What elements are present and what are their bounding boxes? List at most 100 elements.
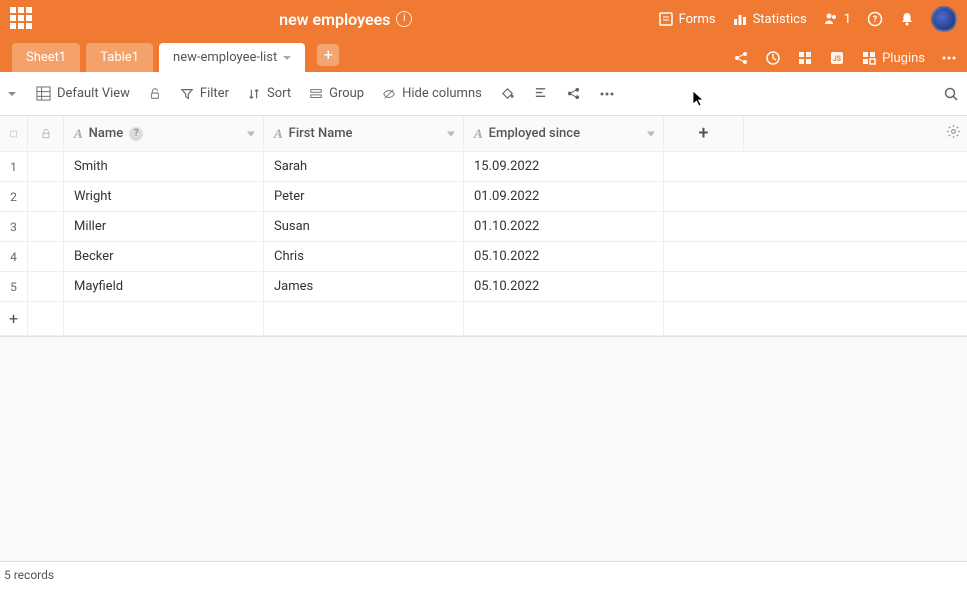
tab-new-employee-list[interactable]: new-employee-list bbox=[159, 43, 305, 72]
add-column-button[interactable]: + bbox=[664, 116, 744, 151]
data-grid: A Name ? A First Name A Employed since +… bbox=[0, 116, 967, 337]
tab-table1[interactable]: Table1 bbox=[86, 43, 153, 72]
row-number[interactable]: 4 bbox=[0, 242, 28, 271]
filter-button[interactable]: Filter bbox=[180, 86, 229, 101]
statistics-button[interactable]: Statistics bbox=[732, 11, 807, 27]
add-tab-button[interactable]: + bbox=[317, 44, 339, 66]
table-row[interactable]: 1 SmithSarah15.09.2022 bbox=[0, 152, 967, 182]
cell-employed-since[interactable]: 15.09.2022 bbox=[464, 152, 664, 181]
svg-text:JS: JS bbox=[833, 55, 842, 63]
row-number[interactable]: 2 bbox=[0, 182, 28, 211]
users-icon bbox=[823, 11, 839, 27]
plugins-button[interactable]: Plugins bbox=[861, 50, 925, 66]
cell-employed-since[interactable]: 05.10.2022 bbox=[464, 272, 664, 301]
filter-icon bbox=[180, 87, 194, 101]
toolbar-more-icon[interactable] bbox=[599, 86, 615, 102]
more-icon[interactable] bbox=[941, 50, 957, 66]
tabs-right-tools: JS Plugins bbox=[733, 50, 967, 72]
info-icon[interactable]: i bbox=[396, 11, 412, 27]
avatar[interactable] bbox=[931, 6, 957, 32]
default-view-button[interactable]: Default View bbox=[36, 86, 130, 101]
sort-icon bbox=[247, 87, 261, 101]
top-header: new employees i Forms Statistics 1 ? bbox=[0, 0, 967, 38]
grid-settings-icon[interactable] bbox=[946, 124, 961, 139]
table-row[interactable]: 4 BeckerChris05.10.2022 bbox=[0, 242, 967, 272]
hide-columns-button[interactable]: Hide columns bbox=[382, 86, 482, 101]
grid-header-row: A Name ? A First Name A Employed since + bbox=[0, 116, 967, 152]
cell-employed-since[interactable]: 01.09.2022 bbox=[464, 182, 664, 211]
fill-color-icon[interactable] bbox=[500, 86, 515, 101]
table-row[interactable]: 5 MayfieldJames05.10.2022 bbox=[0, 272, 967, 302]
view-chevron-icon[interactable] bbox=[8, 92, 16, 96]
cell-first-name[interactable]: Sarah bbox=[264, 152, 464, 181]
group-icon bbox=[309, 87, 323, 101]
column-header-name[interactable]: A Name ? bbox=[64, 116, 264, 151]
row-number[interactable]: 3 bbox=[0, 212, 28, 241]
cell-name[interactable]: Smith bbox=[64, 152, 264, 181]
add-row[interactable]: + bbox=[0, 302, 967, 336]
share-icon[interactable] bbox=[733, 50, 749, 66]
search-icon[interactable] bbox=[943, 86, 959, 102]
forms-icon bbox=[658, 11, 674, 27]
svg-text:?: ? bbox=[873, 15, 878, 25]
history-icon[interactable] bbox=[765, 50, 781, 66]
column-header-first-name[interactable]: A First Name bbox=[264, 116, 464, 151]
share-view-icon[interactable] bbox=[566, 86, 581, 101]
cell-employed-since[interactable]: 01.10.2022 bbox=[464, 212, 664, 241]
collaborators-button[interactable]: 1 bbox=[823, 11, 851, 27]
apps-icon[interactable] bbox=[10, 7, 34, 31]
column-menu-icon[interactable] bbox=[447, 131, 455, 136]
lock-column-header[interactable] bbox=[28, 116, 64, 151]
text-type-icon: A bbox=[474, 126, 483, 142]
help-icon[interactable]: ? bbox=[129, 127, 143, 141]
tab-sheet1[interactable]: Sheet1 bbox=[12, 43, 80, 72]
row-lock bbox=[28, 182, 64, 211]
table-row[interactable]: 2 WrightPeter01.09.2022 bbox=[0, 182, 967, 212]
tab-menu-icon[interactable] bbox=[283, 56, 291, 60]
cell-first-name[interactable]: Chris bbox=[264, 242, 464, 271]
row-lock bbox=[28, 272, 64, 301]
table-row[interactable]: 3 MillerSusan01.10.2022 bbox=[0, 212, 967, 242]
add-row-icon[interactable]: + bbox=[0, 302, 28, 335]
group-button[interactable]: Group bbox=[309, 86, 364, 101]
cell-employed-since[interactable]: 05.10.2022 bbox=[464, 242, 664, 271]
tabs-row: Sheet1 Table1 new-employee-list + JS Plu… bbox=[0, 38, 967, 72]
base-title-text: new employees bbox=[279, 10, 390, 29]
cell-first-name[interactable]: James bbox=[264, 272, 464, 301]
row-number[interactable]: 5 bbox=[0, 272, 28, 301]
forms-button[interactable]: Forms bbox=[658, 11, 716, 27]
row-lock bbox=[28, 242, 64, 271]
lock-view-icon[interactable] bbox=[148, 87, 162, 101]
help-icon: ? bbox=[867, 11, 883, 27]
base-title[interactable]: new employees i bbox=[34, 10, 658, 29]
row-height-icon[interactable] bbox=[533, 86, 548, 101]
api-icon[interactable]: JS bbox=[829, 50, 845, 66]
row-lock bbox=[28, 152, 64, 181]
sort-button[interactable]: Sort bbox=[247, 86, 291, 101]
select-all-checkbox[interactable] bbox=[0, 116, 28, 151]
text-type-icon: A bbox=[74, 126, 83, 142]
cell-name[interactable]: Wright bbox=[64, 182, 264, 211]
cell-name[interactable]: Becker bbox=[64, 242, 264, 271]
plugins-icon bbox=[861, 50, 877, 66]
bell-icon bbox=[899, 11, 915, 27]
column-header-employed-since[interactable]: A Employed since bbox=[464, 116, 664, 151]
hide-icon bbox=[382, 87, 396, 101]
header-tools: Forms Statistics 1 ? bbox=[658, 6, 957, 32]
help-button[interactable]: ? bbox=[867, 11, 883, 27]
view-toolbar: Default View Filter Sort Group Hide colu… bbox=[0, 72, 967, 116]
statistics-icon bbox=[732, 11, 748, 27]
text-type-icon: A bbox=[274, 126, 283, 142]
cell-first-name[interactable]: Susan bbox=[264, 212, 464, 241]
cell-name[interactable]: Mayfield bbox=[64, 272, 264, 301]
cell-first-name[interactable]: Peter bbox=[264, 182, 464, 211]
grid-view-icon bbox=[36, 86, 51, 101]
column-menu-icon[interactable] bbox=[247, 131, 255, 136]
status-bar: 5 records bbox=[0, 561, 967, 589]
record-count: 5 records bbox=[4, 568, 54, 582]
column-menu-icon[interactable] bbox=[647, 131, 655, 136]
cell-name[interactable]: Miller bbox=[64, 212, 264, 241]
notifications-button[interactable] bbox=[899, 11, 915, 27]
automation-icon[interactable] bbox=[797, 50, 813, 66]
row-number[interactable]: 1 bbox=[0, 152, 28, 181]
